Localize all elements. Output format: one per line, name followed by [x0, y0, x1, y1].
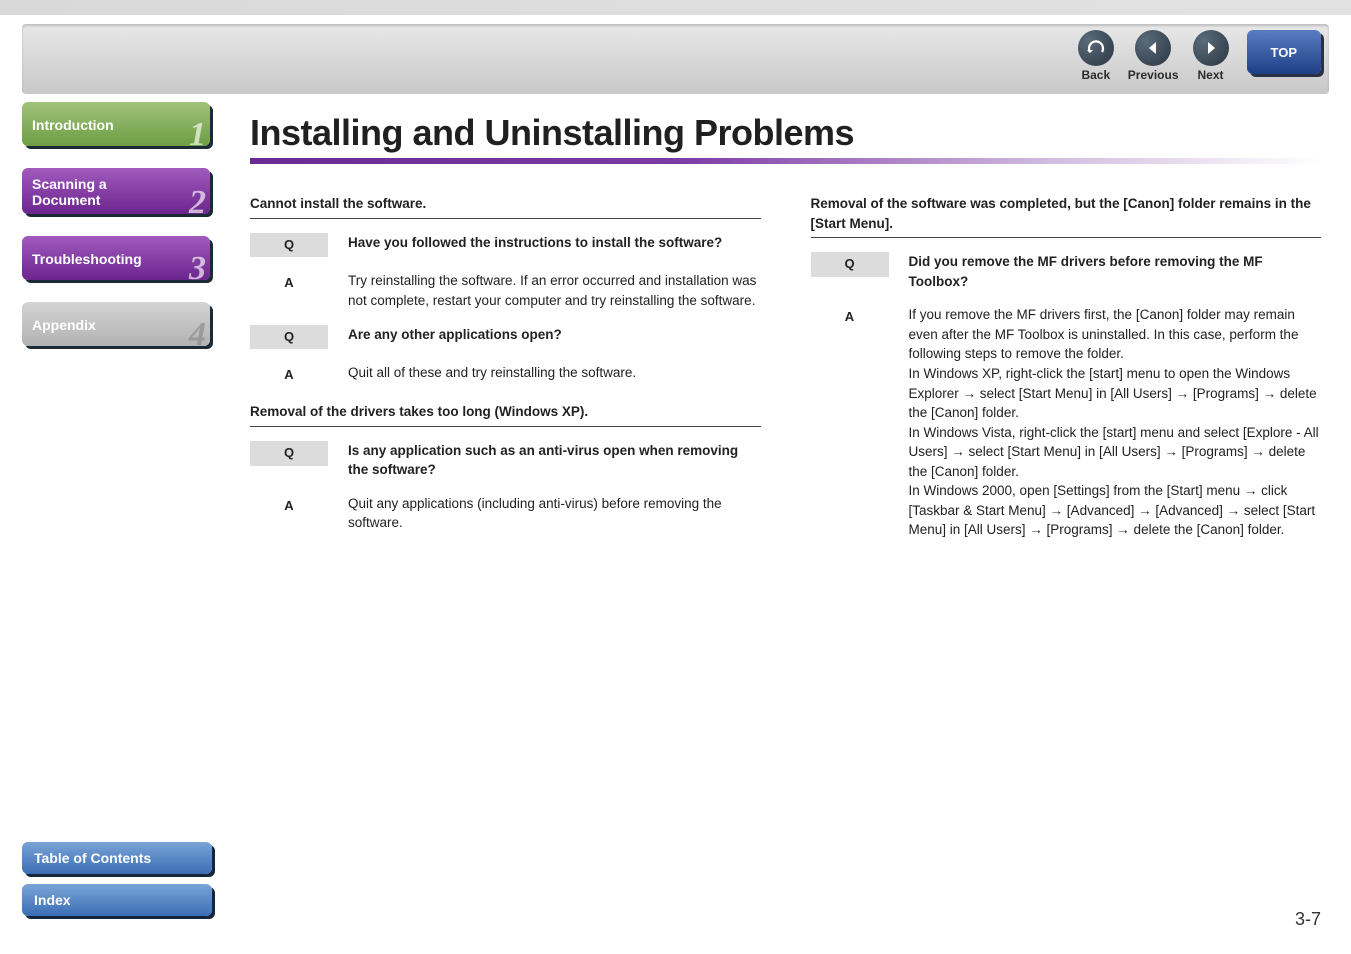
right-column: Removal of the software was completed, b… [811, 188, 1322, 554]
back-label: Back [1081, 68, 1110, 82]
qa-row: Q Have you followed the instructions to i… [250, 233, 761, 258]
bottom-tabs: Table of Contents Index [22, 842, 212, 926]
question-text: Are any other applications open? [348, 325, 761, 345]
a-label: A [250, 363, 328, 388]
section-heading: Cannot install the software. [250, 194, 761, 219]
a-label: A [250, 494, 328, 519]
answer-text: Quit any applications (including anti-vi… [348, 494, 761, 533]
answer-text: Quit all of these and try reinstalling t… [348, 363, 761, 383]
a-label: A [250, 271, 328, 296]
left-column: Cannot install the software. Q Have you f… [250, 188, 761, 554]
qa-row: A Try reinstalling the software. If an er… [250, 271, 761, 310]
section-heading: Removal of the software was completed, b… [811, 194, 1322, 238]
a-label: A [811, 305, 889, 330]
back-icon [1078, 30, 1114, 66]
qa-row: Q Did you remove the MF drivers before re… [811, 252, 1322, 291]
answer-text: Try reinstalling the software. If an err… [348, 271, 761, 310]
top-gradient-bar [0, 0, 1351, 15]
q-label: Q [250, 233, 328, 258]
sidebar-item-label: Appendix [32, 317, 200, 333]
sidebar-item-troubleshooting[interactable]: Troubleshooting 3 [22, 236, 210, 280]
sidebar-item-label: Document [32, 192, 200, 208]
sidebar-item-label: Scanning a [32, 176, 200, 192]
previous-label: Previous [1128, 68, 1179, 82]
qa-row: A Quit any applications (including anti-v… [250, 494, 761, 533]
next-button[interactable]: Next [1193, 30, 1229, 82]
toolbar: Back Previous Next TOP [22, 24, 1329, 94]
answer-text: If you remove the MF drivers first, the … [909, 305, 1322, 540]
page-number: 3-7 [1295, 909, 1321, 930]
sidebar-item-introduction[interactable]: Introduction 1 [22, 102, 210, 146]
q-label: Q [811, 252, 889, 277]
top-button[interactable]: TOP [1247, 30, 1322, 74]
sidebar: Introduction 1 Scanning a Document 2 Tro… [22, 102, 210, 368]
columns: Cannot install the software. Q Have you f… [250, 188, 1321, 554]
previous-button[interactable]: Previous [1128, 30, 1179, 82]
question-text: Did you remove the MF drivers before rem… [909, 252, 1322, 291]
q-label: Q [250, 441, 328, 466]
question-text: Have you followed the instructions to in… [348, 233, 761, 253]
sidebar-item-number: 2 [189, 186, 206, 220]
sidebar-item-scanning[interactable]: Scanning a Document 2 [22, 168, 210, 214]
back-button[interactable]: Back [1078, 30, 1114, 82]
sidebar-item-label: Introduction [32, 117, 200, 133]
sidebar-item-label: Troubleshooting [32, 251, 200, 267]
qa-row: A Quit all of these and try reinstalling … [250, 363, 761, 388]
page-title: Installing and Uninstalling Problems [250, 112, 1321, 154]
question-text: Is any application such as an anti-virus… [348, 441, 761, 480]
next-icon [1193, 30, 1229, 66]
sidebar-item-appendix[interactable]: Appendix 4 [22, 302, 210, 346]
qa-row: A If you remove the MF drivers first, the… [811, 305, 1322, 540]
sidebar-item-number: 3 [189, 252, 206, 286]
qa-row: Q Are any other applications open? [250, 325, 761, 350]
next-label: Next [1197, 68, 1223, 82]
section-heading: Removal of the drivers takes too long (W… [250, 402, 761, 427]
title-rule [250, 158, 1321, 164]
qa-row: Q Is any application such as an anti-viru… [250, 441, 761, 480]
toc-button[interactable]: Table of Contents [22, 842, 212, 874]
sidebar-item-number: 1 [189, 118, 206, 152]
q-label: Q [250, 325, 328, 350]
previous-icon [1135, 30, 1171, 66]
sidebar-item-number: 4 [189, 318, 206, 352]
index-button[interactable]: Index [22, 884, 212, 916]
content-area: Installing and Uninstalling Problems Can… [250, 112, 1321, 554]
